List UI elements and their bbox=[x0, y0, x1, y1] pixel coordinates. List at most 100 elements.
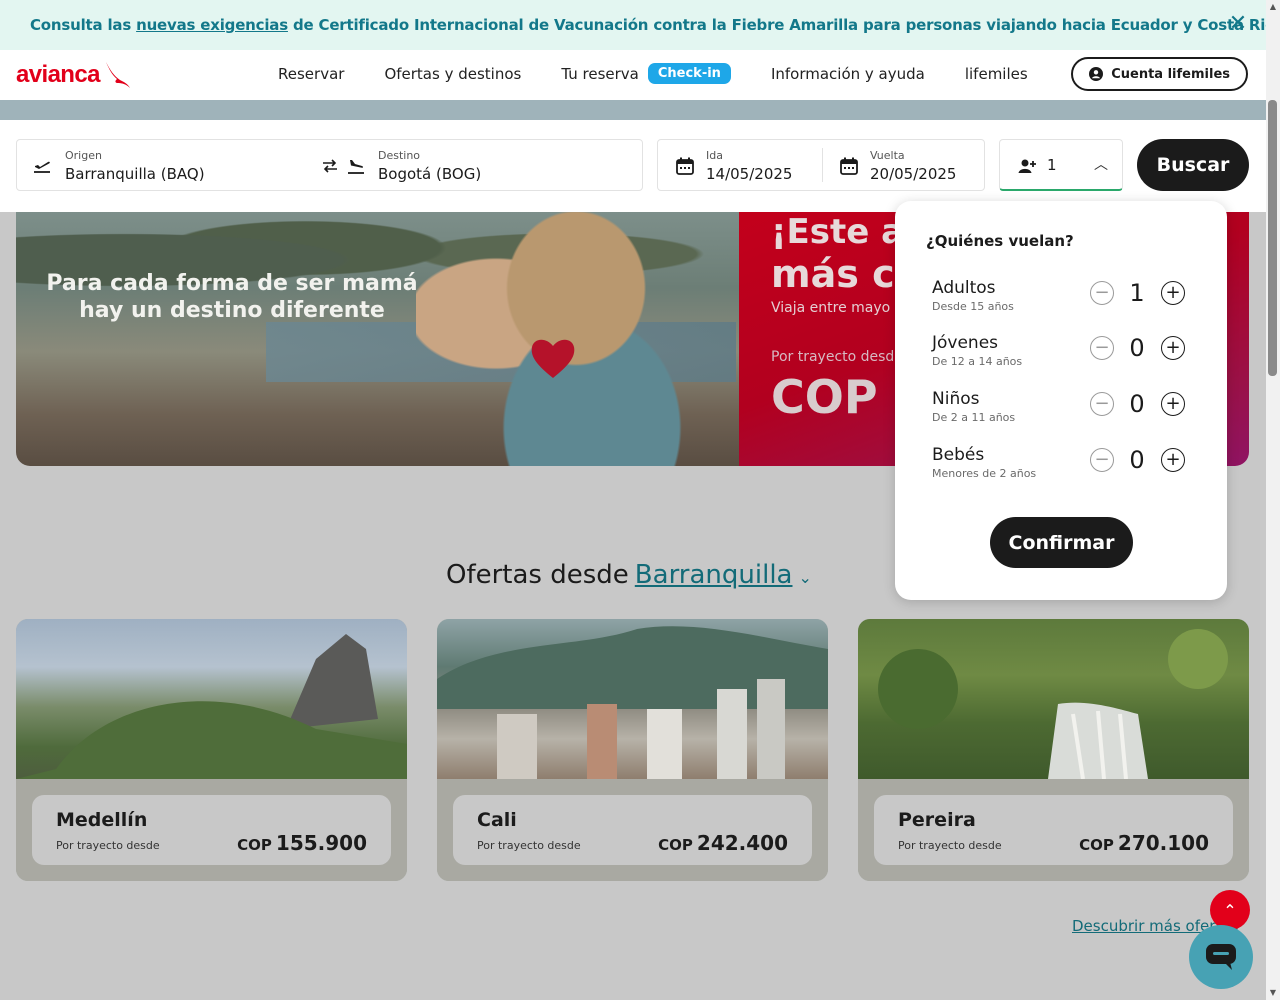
passenger-count: 0 bbox=[1129, 390, 1145, 418]
minus-icon[interactable]: − bbox=[1090, 448, 1114, 472]
alert-text-after: de Certificado Internacional de Vacunaci… bbox=[292, 16, 1280, 34]
offer-card-medellin[interactable]: Medellín Por trayecto desde COP 155.900 bbox=[16, 619, 407, 881]
passenger-row-jovenes: Jóvenes De 12 a 14 años − 0 + bbox=[932, 333, 1194, 377]
nav-tu-reserva-group: Tu reserva Check-in bbox=[561, 63, 731, 84]
offer-panel: Pereira Por trayecto desde COP 270.100 bbox=[874, 795, 1233, 865]
chat-icon bbox=[1206, 944, 1236, 970]
alert-link[interactable]: nuevas exigencias bbox=[136, 16, 288, 34]
route-box: Origen Barranquilla (BAQ) Destino Bogotá… bbox=[16, 139, 643, 191]
promo-line-3: Viaja entre mayo y bbox=[771, 300, 903, 316]
account-button[interactable]: Cuenta lifemiles bbox=[1071, 57, 1248, 91]
offer-price: COP 155.900 bbox=[237, 831, 367, 855]
plus-icon[interactable]: + bbox=[1161, 448, 1185, 472]
search-bar: Origen Barranquilla (BAQ) Destino Bogotá… bbox=[0, 120, 1266, 212]
confirm-button[interactable]: Confirmar bbox=[990, 517, 1133, 568]
passengers-selector[interactable]: 1 ︿ bbox=[999, 139, 1123, 191]
destination-field[interactable]: Destino Bogotá (BOG) bbox=[378, 140, 628, 190]
passenger-age: De 2 a 11 años bbox=[932, 411, 1016, 424]
offer-image bbox=[16, 619, 407, 779]
scrollbar-thumb[interactable] bbox=[1268, 100, 1277, 376]
offer-image bbox=[858, 619, 1249, 780]
heart-icon bbox=[531, 339, 575, 378]
user-icon bbox=[1089, 67, 1104, 81]
minus-icon[interactable]: − bbox=[1090, 281, 1114, 305]
passenger-age: Desde 15 años bbox=[932, 300, 1014, 313]
offer-amount: 270.100 bbox=[1117, 831, 1209, 855]
depart-label: Ida bbox=[706, 149, 723, 162]
passenger-count: 0 bbox=[1129, 446, 1145, 474]
depart-field[interactable]: Ida 14/05/2025 bbox=[706, 140, 816, 190]
rock-illustration bbox=[16, 634, 407, 779]
account-label: Cuenta lifemiles bbox=[1111, 66, 1230, 82]
return-field[interactable]: Vuelta 20/05/2025 bbox=[870, 140, 980, 190]
offer-from: Por trayecto desde bbox=[56, 839, 160, 852]
nav-lifemiles[interactable]: lifemiles bbox=[965, 65, 1028, 83]
close-icon[interactable]: ✕ bbox=[1228, 13, 1248, 35]
page-backdrop bbox=[0, 100, 1266, 120]
passenger-row-adultos: Adultos Desde 15 años − 1 + bbox=[932, 278, 1194, 322]
chevron-up-icon: ︿ bbox=[1094, 157, 1108, 173]
passengers-popup: ¿Quiénes vuelan? Adultos Desde 15 años −… bbox=[895, 201, 1227, 600]
waterfall-illustration bbox=[878, 629, 1228, 780]
checkin-badge[interactable]: Check-in bbox=[647, 63, 731, 84]
offers-title-text: Ofertas desde bbox=[446, 560, 629, 590]
minus-icon[interactable]: − bbox=[1090, 336, 1114, 360]
search-button[interactable]: Buscar bbox=[1137, 139, 1249, 191]
hero-caption: Para cada forma de ser mamá hay un desti… bbox=[46, 271, 418, 323]
offer-panel: Medellín Por trayecto desde COP 155.900 bbox=[32, 795, 391, 865]
passengers-count: 1 bbox=[1047, 156, 1057, 174]
arrow-up-icon[interactable]: ⌃ bbox=[1210, 890, 1250, 930]
plus-icon[interactable]: + bbox=[1161, 281, 1185, 305]
passenger-type: Niños bbox=[932, 389, 980, 409]
city-illustration bbox=[437, 626, 828, 779]
passenger-row-bebes: Bebés Menores de 2 años − 0 + bbox=[932, 445, 1194, 489]
nav-reservar[interactable]: Reservar bbox=[278, 65, 344, 83]
passenger-age: Menores de 2 años bbox=[932, 467, 1037, 480]
offer-currency: COP bbox=[1079, 836, 1114, 854]
main-nav: Reservar Ofertas y destinos Tu reserva C… bbox=[278, 63, 1068, 84]
scroll-down-arrow[interactable]: ▼ bbox=[1268, 988, 1278, 998]
chat-button[interactable] bbox=[1189, 925, 1253, 989]
logo[interactable]: avianca bbox=[16, 60, 132, 90]
destination-value: Bogotá (BOG) bbox=[378, 165, 482, 183]
offer-panel: Cali Por trayecto desde COP 242.400 bbox=[453, 795, 812, 865]
header: avianca Reservar Ofertas y destinos Tu r… bbox=[0, 50, 1266, 100]
origin-value: Barranquilla (BAQ) bbox=[65, 165, 205, 183]
offer-currency: COP bbox=[658, 836, 693, 854]
offer-card-pereira[interactable]: Pereira Por trayecto desde COP 270.100 bbox=[858, 619, 1249, 881]
destination-label: Destino bbox=[378, 149, 421, 162]
origin-label: Origen bbox=[65, 149, 102, 162]
promo-line-4: Por trayecto desd bbox=[771, 349, 895, 365]
offer-amount: 155.900 bbox=[275, 831, 367, 855]
avianca-bird-icon bbox=[105, 62, 130, 88]
chevron-down-icon[interactable]: ⌄ bbox=[799, 568, 812, 587]
nav-ofertas[interactable]: Ofertas y destinos bbox=[384, 65, 521, 83]
offer-city: Cali bbox=[477, 809, 517, 831]
offers-city-selector[interactable]: Barranquilla bbox=[635, 560, 793, 590]
alert-text: Consulta las nuevas exigencias de Certif… bbox=[30, 16, 1280, 34]
minus-icon[interactable]: − bbox=[1090, 392, 1114, 416]
offer-price: COP 270.100 bbox=[1079, 831, 1209, 855]
offer-currency: COP bbox=[237, 836, 272, 854]
dates-box: Ida 14/05/2025 Vuelta 20/05/2025 bbox=[657, 139, 985, 191]
passenger-count: 1 bbox=[1129, 279, 1145, 307]
hero-photo: Para cada forma de ser mamá hay un desti… bbox=[16, 212, 739, 466]
offer-amount: 242.400 bbox=[696, 831, 788, 855]
offer-from: Por trayecto desde bbox=[477, 839, 581, 852]
passenger-type: Bebés bbox=[932, 445, 985, 465]
offer-image bbox=[437, 619, 828, 779]
swap-icon[interactable] bbox=[320, 156, 340, 176]
scroll-up-arrow[interactable]: ▲ bbox=[1268, 2, 1278, 12]
origin-field[interactable]: Origen Barranquilla (BAQ) bbox=[65, 140, 315, 190]
passenger-type: Adultos bbox=[932, 278, 996, 298]
plus-icon[interactable]: + bbox=[1161, 336, 1185, 360]
passenger-row-ninos: Niños De 2 a 11 años − 0 + bbox=[932, 389, 1194, 433]
return-label: Vuelta bbox=[870, 149, 905, 162]
depart-value: 14/05/2025 bbox=[706, 165, 793, 183]
popup-title: ¿Quiénes vuelan? bbox=[926, 232, 1074, 250]
nav-informacion[interactable]: Información y ayuda bbox=[771, 65, 925, 83]
plus-icon[interactable]: + bbox=[1161, 392, 1185, 416]
offer-card-cali[interactable]: Cali Por trayecto desde COP 242.400 bbox=[437, 619, 828, 881]
calendar-icon bbox=[676, 157, 694, 175]
nav-tu-reserva[interactable]: Tu reserva bbox=[561, 65, 639, 83]
